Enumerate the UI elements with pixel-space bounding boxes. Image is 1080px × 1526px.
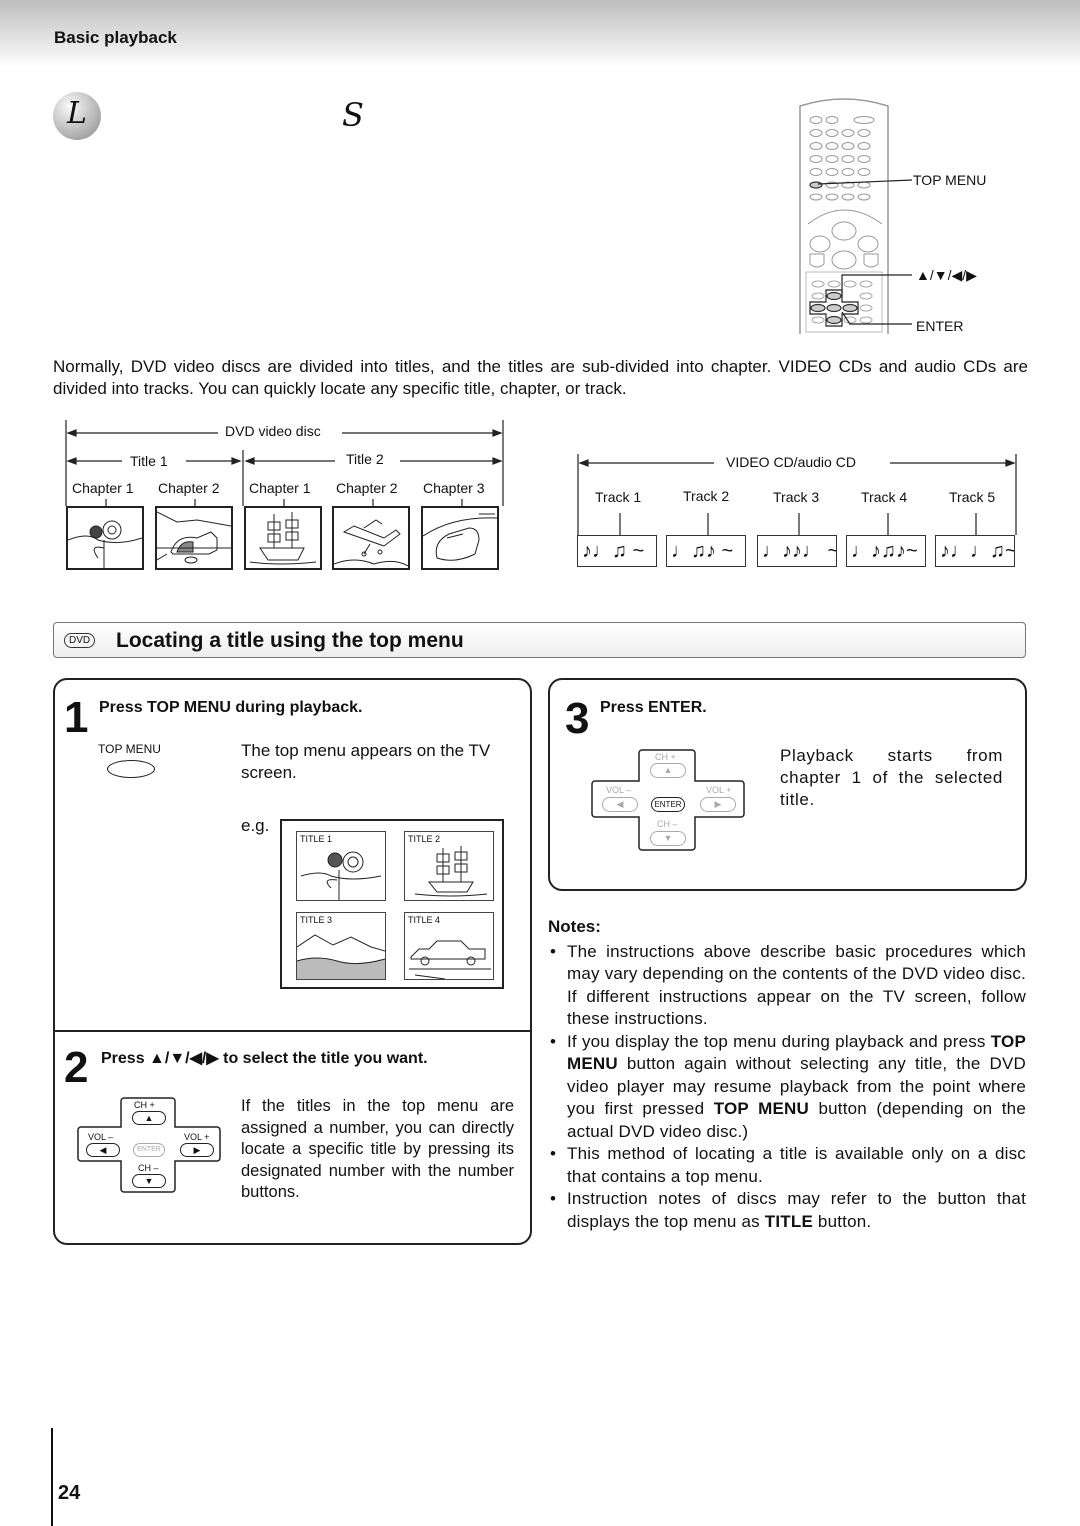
track-4-notes: ♩♪♫♪~	[846, 535, 926, 567]
intro-paragraph: Normally, DVD video discs are divided in…	[53, 357, 1028, 398]
note-bold: TOP MENU	[713, 1099, 809, 1118]
ch-plus-label: CH +	[134, 1100, 155, 1110]
step-2-arrows-icon: ▲/▼/◀/▶	[149, 1050, 219, 1067]
track-2-label: Track 2	[683, 488, 730, 504]
enter-button[interactable]: ENTER	[133, 1143, 165, 1157]
top-menu-screen-example: TITLE 1 TITLE 2 TITLE 3 TITLE 4	[280, 819, 504, 989]
t1-chapter-2-label: Chapter 2	[158, 480, 220, 496]
example-label: e.g.	[241, 816, 270, 835]
dvd-disc-label: DVD video disc	[225, 423, 321, 439]
note-text: If you display the top menu during playb…	[567, 1031, 991, 1051]
note-item: The instructions above describe basic pr…	[548, 941, 1026, 1031]
note-item: If you display the top menu during playb…	[548, 1031, 1026, 1144]
ch-minus-label: CH –	[657, 819, 678, 829]
step-2-title-prefix: Press	[101, 1050, 145, 1067]
notes-heading: Notes:	[548, 917, 601, 936]
thumb-ship	[244, 506, 322, 570]
steps-divider	[55, 1030, 530, 1032]
section-heading-bar: DVD Locating a title using the top menu	[53, 622, 1026, 658]
right-button[interactable]: ▶	[180, 1143, 214, 1157]
ch-minus-label: CH –	[138, 1163, 159, 1173]
step-3-number: 3	[565, 694, 590, 743]
track-2-notes: ♩♫♪ ~	[666, 535, 746, 567]
step-1-title: Press TOP MENU during playback.	[99, 699, 363, 716]
vol-plus-label: VOL +	[184, 1132, 210, 1142]
remote-label-top-menu: TOP MENU	[913, 172, 987, 188]
up-button[interactable]: ▲	[650, 763, 686, 778]
step-3-text: Playback starts from chapter 1 of the se…	[780, 746, 1003, 809]
step-3-dpad: CH + ▲ VOL – ◀ ENTER VOL + ▶ CH – ▼	[590, 748, 746, 852]
step-2-title-suffix: to select the title you want.	[223, 1050, 428, 1067]
enter-button[interactable]: ENTER	[651, 797, 685, 812]
menu-title-3-tile: TITLE 3	[296, 912, 386, 980]
thumb-sunflowers	[66, 506, 144, 570]
step-1-number: 1	[64, 693, 89, 742]
down-button[interactable]: ▼	[132, 1174, 166, 1188]
cd-disc-label: VIDEO CD/audio CD	[726, 454, 856, 470]
left-button[interactable]: ◀	[602, 797, 638, 812]
remote-label-arrows: ▲/▼/◀/▶	[916, 267, 977, 283]
thumb-car	[421, 506, 499, 570]
page-number-rule	[51, 1428, 53, 1526]
step-3-title: Press ENTER.	[600, 699, 707, 716]
menu-title-4-tile: TITLE 4	[404, 912, 494, 980]
track-5-notes: ♪♩♩♫~	[935, 535, 1015, 567]
left-button[interactable]: ◀	[86, 1143, 120, 1157]
note-item: This method of locating a title is avail…	[548, 1143, 1026, 1188]
menu-title-2-tile: TITLE 2	[404, 831, 494, 901]
thumb-cat	[155, 506, 233, 570]
notes-section: Notes: The instructions above describe b…	[548, 916, 1026, 1233]
vol-minus-label: VOL –	[88, 1132, 114, 1142]
track-5-label: Track 5	[949, 489, 996, 505]
note-text: The instructions above describe basic pr…	[567, 941, 1026, 1029]
heading-second-initial: S	[342, 96, 364, 134]
title-2-label: Title 2	[346, 451, 384, 467]
vol-plus-label: VOL +	[706, 785, 732, 795]
menu-title-3-label: TITLE 3	[300, 915, 333, 925]
page-number: 24	[58, 1482, 81, 1504]
top-menu-button-icon	[107, 760, 155, 778]
t2-chapter-1-label: Chapter 1	[249, 480, 311, 496]
vol-minus-label: VOL –	[606, 785, 632, 795]
remote-callout-lines	[818, 179, 913, 325]
t2-chapter-3-label: Chapter 3	[423, 480, 485, 496]
menu-title-1-tile: TITLE 1	[296, 831, 386, 901]
down-button[interactable]: ▼	[650, 831, 686, 846]
menu-title-4-label: TITLE 4	[408, 915, 441, 925]
step-2-number: 2	[64, 1043, 89, 1092]
menu-title-1-label: TITLE 1	[300, 834, 333, 844]
heading-ball-icon: L	[53, 92, 101, 140]
note-text: button.	[813, 1211, 872, 1231]
note-item: Instruction notes of discs may refer to …	[548, 1188, 1026, 1233]
menu-title-2-label: TITLE 2	[408, 834, 441, 844]
step-2-dpad: CH + ▲ VOL – ◀ ENTER VOL + ▶ CH – ▼	[76, 1096, 222, 1194]
section-title: Locating a title using the top menu	[116, 629, 464, 652]
track-3-label: Track 3	[773, 489, 820, 505]
top-menu-button-label: TOP MENU	[98, 742, 161, 756]
up-button[interactable]: ▲	[132, 1111, 166, 1125]
track-1-label: Track 1	[595, 489, 642, 505]
step-2-title: Press ▲/▼/◀/▶ to select the title you wa…	[101, 1048, 428, 1068]
step-2-text: If the titles in the top menu are assign…	[241, 1097, 514, 1201]
t2-chapter-2-label: Chapter 2	[336, 480, 398, 496]
heading-initial: L	[67, 96, 87, 131]
remote-label-enter: ENTER	[916, 318, 964, 334]
track-1-notes: ♪♩♫ ~	[577, 535, 657, 567]
right-button[interactable]: ▶	[700, 797, 736, 812]
dvd-badge-icon: DVD	[64, 633, 96, 648]
note-bold: TITLE	[764, 1211, 813, 1231]
title-1-label: Title 1	[130, 453, 168, 469]
t1-chapter-1-label: Chapter 1	[72, 480, 134, 496]
thumb-airplane	[332, 506, 410, 570]
step-1-text: The top menu appears on the TV screen.	[241, 741, 491, 782]
ch-plus-label: CH +	[655, 752, 676, 762]
track-3-notes: ♩♪♪♩ ~	[757, 535, 837, 567]
section-label: Basic playback	[54, 28, 177, 47]
track-4-label: Track 4	[861, 489, 908, 505]
note-text: This method of locating a title is avail…	[567, 1144, 1026, 1186]
